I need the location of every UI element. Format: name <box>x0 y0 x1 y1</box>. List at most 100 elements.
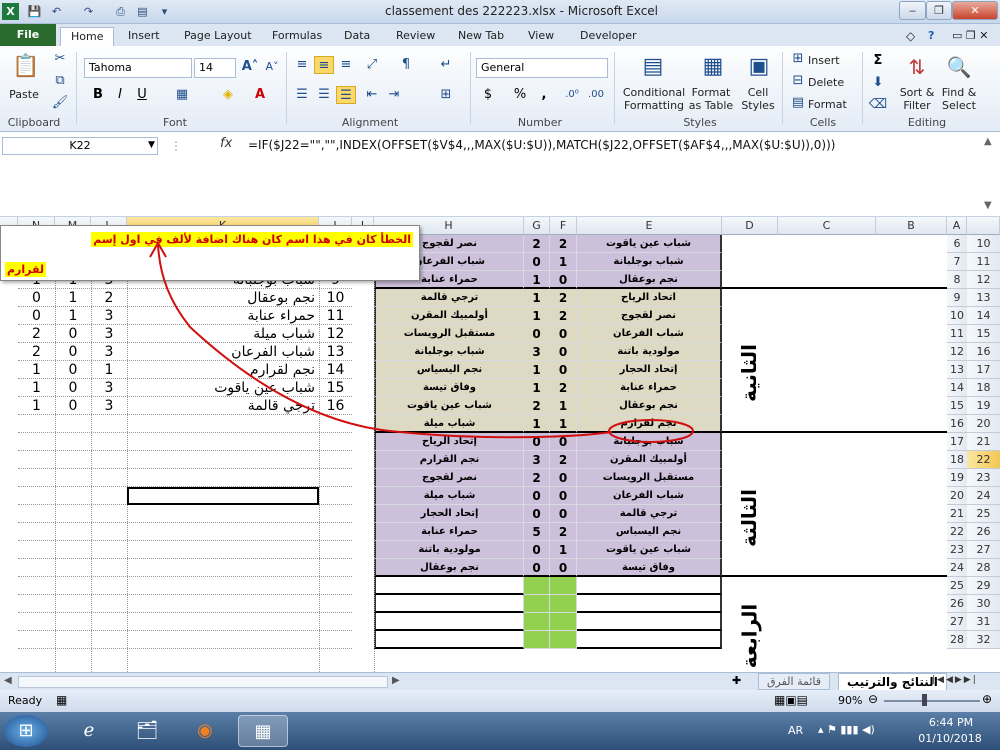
insert-cells-button[interactable]: Insert <box>808 54 840 67</box>
sheet-tab-results[interactable]: النتائج والترتيب <box>838 673 947 691</box>
font-color-icon[interactable]: A <box>250 86 270 104</box>
print-preview-icon[interactable]: ⎙ <box>112 3 129 20</box>
input-language[interactable]: AR <box>788 724 803 737</box>
align-right-icon[interactable]: ☰ <box>336 86 356 104</box>
paste-button[interactable]: Paste <box>6 88 42 101</box>
decrease-decimal-icon[interactable]: .00 <box>586 86 606 104</box>
currency-button[interactable]: $ <box>478 86 498 104</box>
align-center-icon[interactable]: ☰ <box>314 86 334 104</box>
hscroll-left-icon[interactable]: ◀ <box>4 675 12 686</box>
number-format-select[interactable]: General <box>476 58 608 78</box>
align-bottom-icon[interactable]: ≡ <box>336 56 356 74</box>
insert-function-button[interactable]: fx <box>220 136 232 151</box>
autosum-button[interactable]: Σ <box>868 52 888 70</box>
copy-icon[interactable]: ⧉ <box>50 72 70 90</box>
tab-home[interactable]: Home <box>60 27 115 46</box>
align-top-icon[interactable]: ≡ <box>292 56 312 74</box>
clear-icon[interactable]: ⌫ <box>868 96 888 114</box>
clock-time[interactable]: 6:44 PM <box>918 716 984 729</box>
tab-new-tab[interactable]: New Tab <box>448 27 514 46</box>
insert-cells-icon[interactable]: ⊞ <box>788 50 808 68</box>
sort-filter-button[interactable]: Sort & Filter <box>896 86 938 112</box>
minimize-button[interactable]: ‒ <box>899 1 926 20</box>
tab-page-layout[interactable]: Page Layout <box>174 27 262 46</box>
find-select-button[interactable]: Find & Select <box>938 86 980 112</box>
align-middle-icon[interactable]: ≡ <box>314 56 334 74</box>
grow-font-icon[interactable]: A˄ <box>240 58 260 76</box>
italic-button[interactable]: I <box>110 86 130 104</box>
formula-input[interactable]: =IF($J22="","",INDEX(OFFSET($V$4,,,MAX($… <box>248 138 835 152</box>
undo-icon[interactable]: ↶ <box>48 3 65 20</box>
zoom-slider[interactable] <box>884 700 980 702</box>
tab-insert[interactable]: Insert <box>118 27 170 46</box>
font-size-select[interactable]: 14 <box>194 58 236 78</box>
insert-sheet-icon[interactable]: ✚ <box>732 674 741 687</box>
sheet-tab-teams[interactable]: قائمة الفرق <box>758 673 831 690</box>
fill-color-icon[interactable]: ◈ <box>218 86 238 104</box>
internet-explorer-icon[interactable]: ℯ <box>64 715 114 747</box>
format-cells-button[interactable]: Format <box>808 98 847 111</box>
formula-bar-resize-icon[interactable]: ⋮ <box>170 139 182 153</box>
align-left-icon[interactable]: ☰ <box>292 86 312 104</box>
conditional-formatting-icon[interactable]: ▤ <box>638 52 668 82</box>
font-name-select[interactable]: Tahoma <box>84 58 192 78</box>
zoom-level[interactable]: 90% <box>838 694 862 707</box>
redo-icon[interactable]: ↷ <box>80 3 97 20</box>
sheet-nav-icon[interactable]: |◀◀▶▶| <box>932 675 978 685</box>
zoom-slider-thumb[interactable] <box>922 694 927 706</box>
excel-app-icon[interactable]: X <box>2 3 19 20</box>
zoom-in-icon[interactable]: ⊕ <box>982 692 992 706</box>
horizontal-scrollbar[interactable] <box>18 676 388 688</box>
firefox-icon[interactable]: ◉ <box>180 715 230 747</box>
conditional-formatting-button[interactable]: Conditional Formatting <box>618 86 690 112</box>
tab-data[interactable]: Data <box>334 27 380 46</box>
comma-button[interactable]: , <box>534 86 554 104</box>
maximize-button[interactable]: ❐ <box>926 1 952 20</box>
sort-filter-icon[interactable]: ⇅ <box>902 52 932 82</box>
tab-formulas[interactable]: Formulas <box>262 27 332 46</box>
wrap-text-icon[interactable]: ↵ <box>436 56 456 74</box>
percent-button[interactable]: % <box>510 86 530 104</box>
underline-button[interactable]: U <box>132 86 152 104</box>
name-box[interactable]: K22 <box>2 137 158 155</box>
cut-icon[interactable]: ✂ <box>50 50 70 68</box>
start-button-icon[interactable]: ⊞ <box>4 715 48 747</box>
formula-scroll-up-icon[interactable]: ▲ <box>984 136 992 147</box>
worksheet-grid[interactable]: NMLKJIHGFEDCBA 6789101112131415161718192… <box>0 217 1000 672</box>
increase-decimal-icon[interactable]: .0⁰ <box>562 86 582 104</box>
rtl-direction-icon[interactable]: ¶ <box>396 56 416 74</box>
find-select-icon[interactable]: 🔍 <box>944 52 974 82</box>
tab-review[interactable]: Review <box>386 27 445 46</box>
help-icon[interactable]: ? <box>918 27 944 46</box>
name-box-dropdown-icon[interactable]: ▼ <box>148 140 155 150</box>
fill-icon[interactable]: ⬇ <box>868 74 888 92</box>
macro-record-icon[interactable]: ▦ <box>56 693 67 707</box>
cell-styles-icon[interactable]: ▣ <box>744 52 774 82</box>
cell-styles-button[interactable]: Cell Styles <box>736 86 780 112</box>
file-explorer-icon[interactable]: 🗂 <box>122 715 172 747</box>
tab-file[interactable]: File <box>0 24 56 46</box>
formula-scroll-down-icon[interactable]: ▼ <box>984 200 992 211</box>
hscroll-right-icon[interactable]: ▶ <box>392 675 400 686</box>
format-as-table-icon[interactable]: ▦ <box>698 52 728 82</box>
excel-taskbar-icon[interactable]: ▦ <box>238 715 288 747</box>
clock-date[interactable]: 01/10/2018 <box>912 732 988 745</box>
format-as-table-button[interactable]: Format as Table <box>688 86 734 112</box>
tab-view[interactable]: View <box>518 27 564 46</box>
quick-print-icon[interactable]: ▤ <box>134 3 151 20</box>
format-painter-icon[interactable]: 🖌 <box>50 94 70 112</box>
increase-indent-icon[interactable]: ⇥ <box>384 86 404 104</box>
orientation-icon[interactable]: ⤢ <box>362 56 382 74</box>
shrink-font-icon[interactable]: A˅ <box>262 58 282 76</box>
customize-toolbar-icon[interactable]: ▾ <box>156 3 173 20</box>
zoom-out-icon[interactable]: ⊖ <box>868 692 878 706</box>
view-mode-icons[interactable]: ▦▣▤ <box>774 693 808 707</box>
decrease-indent-icon[interactable]: ⇤ <box>362 86 382 104</box>
bold-button[interactable]: B <box>88 86 108 104</box>
save-icon[interactable]: 💾 <box>26 3 43 20</box>
close-button[interactable]: ✕ <box>952 1 998 20</box>
tray-icons[interactable]: ▴ ⚑ ▮▮▮ ◀) <box>818 723 875 736</box>
merge-center-icon[interactable]: ⊞ <box>436 86 456 104</box>
delete-cells-button[interactable]: Delete <box>808 76 844 89</box>
workbook-window-icon[interactable]: ▭ ❐ ✕ <box>942 27 998 46</box>
